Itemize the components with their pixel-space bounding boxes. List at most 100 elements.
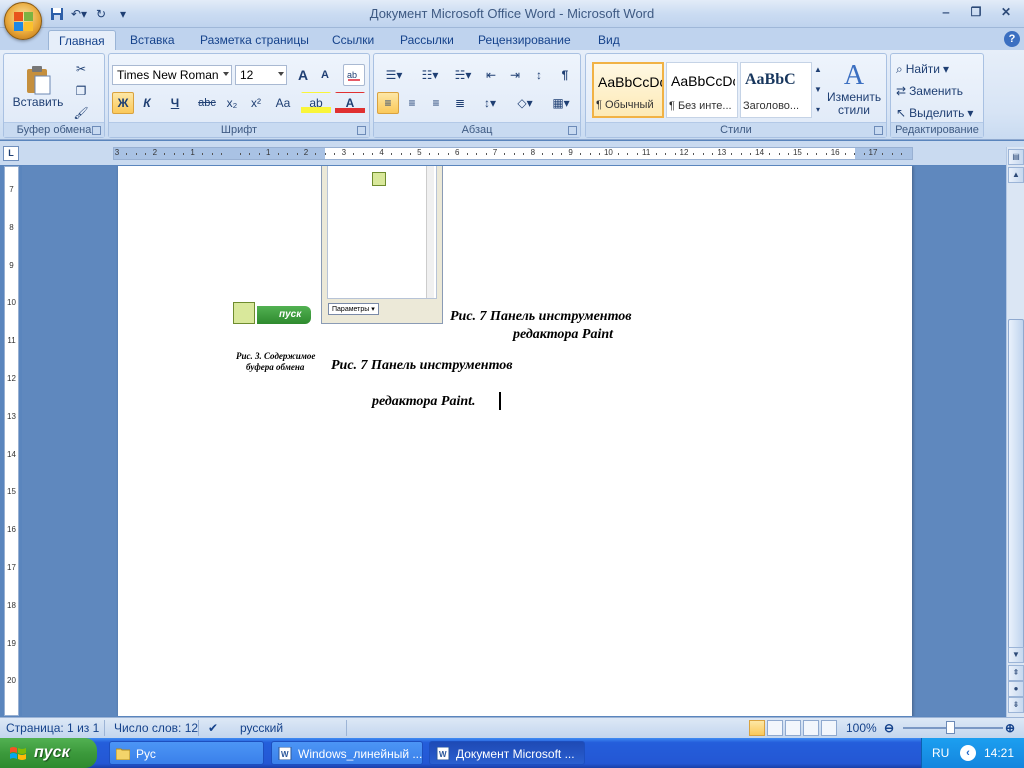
ruler-tick bbox=[183, 153, 185, 155]
sort-icon[interactable]: ↕ bbox=[528, 64, 550, 86]
tab-insert[interactable]: Вставка bbox=[120, 30, 185, 50]
font-launcher-icon[interactable] bbox=[357, 126, 366, 135]
taskbar-item-word-doc-2[interactable]: W Документ Microsoft ... bbox=[429, 741, 585, 765]
copy-icon[interactable]: ❐ bbox=[70, 80, 92, 102]
scroll-up-icon[interactable]: ▲ bbox=[1008, 167, 1024, 183]
web-layout-view-icon[interactable] bbox=[785, 720, 801, 736]
find-button[interactable]: ⌕ Найти ▾ bbox=[895, 58, 981, 80]
taskbar-item-folder[interactable]: Рус bbox=[109, 741, 264, 765]
numbering-icon[interactable]: ☷▾ bbox=[413, 64, 447, 86]
scrollbar-thumb[interactable] bbox=[1008, 319, 1024, 663]
change-case-button[interactable]: Aa bbox=[269, 92, 297, 114]
tab-page-layout[interactable]: Разметка страницы bbox=[190, 30, 319, 50]
align-left-icon[interactable]: ≡ bbox=[377, 92, 399, 114]
show-marks-button[interactable]: ¶ bbox=[554, 64, 576, 86]
format-painter-icon[interactable]: 🖌 bbox=[70, 102, 92, 124]
minimize-button[interactable]: ‒ bbox=[932, 3, 960, 21]
styles-scroll-up-icon[interactable]: ▲ bbox=[812, 60, 824, 78]
tab-view[interactable]: Вид bbox=[588, 30, 630, 50]
tray-expand-icon[interactable]: ‹ bbox=[960, 745, 976, 761]
shrink-font-button[interactable]: A bbox=[315, 64, 335, 86]
clipboard-launcher-icon[interactable] bbox=[92, 126, 101, 135]
view-ruler-icon[interactable]: ▤ bbox=[1008, 149, 1024, 165]
line-spacing-icon[interactable]: ↕▾ bbox=[475, 92, 505, 114]
horizontal-ruler[interactable]: 3 2 1 1 2 3 4 5 6 7 8 9 10 11 12 13 14 15 16 17 bbox=[113, 147, 913, 160]
justify-icon[interactable]: ≣ bbox=[449, 92, 471, 114]
borders-icon[interactable]: ▦▾ bbox=[545, 92, 577, 114]
ruler-tick bbox=[750, 153, 752, 155]
highlight-button[interactable]: ab bbox=[301, 92, 331, 114]
styles-more-icon[interactable]: ▾ bbox=[812, 100, 824, 118]
embedded-paint-panel: Параметры ▾ bbox=[321, 166, 443, 324]
paragraph-launcher-icon[interactable] bbox=[568, 126, 577, 135]
word-document-icon: W bbox=[278, 747, 292, 760]
multilevel-list-icon[interactable]: ☵▾ bbox=[449, 64, 477, 86]
print-layout-view-icon[interactable] bbox=[749, 720, 765, 736]
window-title: Документ Microsoft Office Word - Microso… bbox=[369, 6, 655, 21]
decrease-indent-icon[interactable]: ⇤ bbox=[480, 64, 502, 86]
language-switch[interactable]: RU bbox=[932, 746, 949, 760]
replace-button[interactable]: ⇄ Заменить bbox=[895, 80, 981, 102]
language-indicator[interactable]: русский bbox=[240, 721, 283, 735]
word-count[interactable]: Число слов: 12 bbox=[114, 721, 198, 735]
select-button[interactable]: ↖ Выделить ▾ bbox=[895, 102, 981, 124]
zoom-out-icon[interactable]: ⊖ bbox=[884, 721, 894, 735]
zoom-in-icon[interactable]: ⊕ bbox=[1005, 721, 1015, 735]
embedded-params-label: Параметры bbox=[332, 306, 370, 313]
tab-references[interactable]: Ссылки bbox=[322, 30, 384, 50]
paste-button[interactable]: Вставить bbox=[10, 58, 66, 116]
shading-icon[interactable]: ◇▾ bbox=[509, 92, 541, 114]
start-button[interactable]: пуск bbox=[0, 738, 97, 768]
tab-review[interactable]: Рецензирование bbox=[468, 30, 581, 50]
grow-font-button[interactable]: A bbox=[293, 64, 313, 86]
vertical-ruler[interactable]: 7 8 9 10 11 12 13 14 15 16 17 18 19 20 bbox=[4, 166, 19, 716]
previous-page-icon[interactable]: ⇞ bbox=[1008, 665, 1024, 681]
clear-formatting-icon[interactable]: ab bbox=[343, 64, 365, 86]
next-page-icon[interactable]: ⇟ bbox=[1008, 697, 1024, 713]
tab-home[interactable]: Главная bbox=[48, 30, 116, 50]
tab-mailings[interactable]: Рассылки bbox=[390, 30, 464, 50]
replace-icon: ⇄ bbox=[896, 84, 907, 98]
bold-button[interactable]: Ж bbox=[112, 92, 134, 114]
full-screen-reading-icon[interactable] bbox=[767, 720, 783, 736]
align-right-icon[interactable]: ≡ bbox=[425, 92, 447, 114]
cut-icon[interactable]: ✂ bbox=[70, 58, 92, 80]
document-page[interactable]: Параметры ▾ пуск Рис. 7 Панель инструмен… bbox=[118, 166, 912, 716]
font-size-combo[interactable]: 12 bbox=[235, 65, 287, 85]
draft-view-icon[interactable] bbox=[821, 720, 837, 736]
zoom-slider-thumb[interactable] bbox=[946, 721, 955, 734]
styles-scroll-down-icon[interactable]: ▼ bbox=[812, 80, 824, 98]
vertical-scrollbar[interactable]: ▤ ▲ ▼ ⇞ ● ⇟ bbox=[1006, 147, 1024, 717]
subscript-button[interactable]: x₂ bbox=[221, 92, 243, 114]
help-icon[interactable]: ? bbox=[1004, 31, 1020, 47]
ruler-tick-label: 12 bbox=[7, 374, 16, 383]
embedded-icon bbox=[233, 302, 255, 324]
styles-launcher-icon[interactable] bbox=[874, 126, 883, 135]
taskbar-item-word-doc-1[interactable]: W Windows_линейный ... bbox=[271, 741, 423, 765]
restore-button[interactable]: ❐ bbox=[962, 3, 990, 21]
bullets-icon[interactable]: ☰▾ bbox=[377, 64, 411, 86]
ruler-tick bbox=[731, 153, 733, 155]
style-heading[interactable]: AaBbC Заголово... bbox=[740, 62, 812, 118]
office-button[interactable] bbox=[4, 2, 42, 40]
close-button[interactable]: ✕ bbox=[992, 3, 1020, 21]
proofing-icon[interactable]: ✔ bbox=[208, 721, 218, 735]
scroll-down-icon[interactable]: ▼ bbox=[1008, 647, 1024, 663]
change-styles-button[interactable]: A Изменить стили bbox=[826, 58, 882, 120]
page-count[interactable]: Страница: 1 из 1 bbox=[6, 721, 99, 735]
font-name-combo[interactable]: Times New Roman bbox=[112, 65, 232, 85]
select-browse-object-icon[interactable]: ● bbox=[1008, 681, 1024, 697]
style-normal[interactable]: AaBbCcDc ¶ Обычный bbox=[592, 62, 664, 118]
zoom-level[interactable]: 100% bbox=[846, 721, 877, 735]
outline-view-icon[interactable] bbox=[803, 720, 819, 736]
align-center-icon[interactable]: ≡ bbox=[401, 92, 423, 114]
style-no-spacing[interactable]: AaBbCcDc ¶ Без инте... bbox=[666, 62, 738, 118]
increase-indent-icon[interactable]: ⇥ bbox=[504, 64, 526, 86]
superscript-button[interactable]: x² bbox=[245, 92, 267, 114]
font-color-button[interactable]: A bbox=[335, 92, 365, 114]
tab-selector-button[interactable]: L bbox=[3, 146, 19, 161]
office-logo-icon bbox=[14, 12, 34, 32]
underline-button[interactable]: Ч bbox=[160, 92, 190, 114]
strikethrough-button[interactable]: abc bbox=[195, 92, 219, 114]
italic-button[interactable]: К bbox=[136, 92, 158, 114]
